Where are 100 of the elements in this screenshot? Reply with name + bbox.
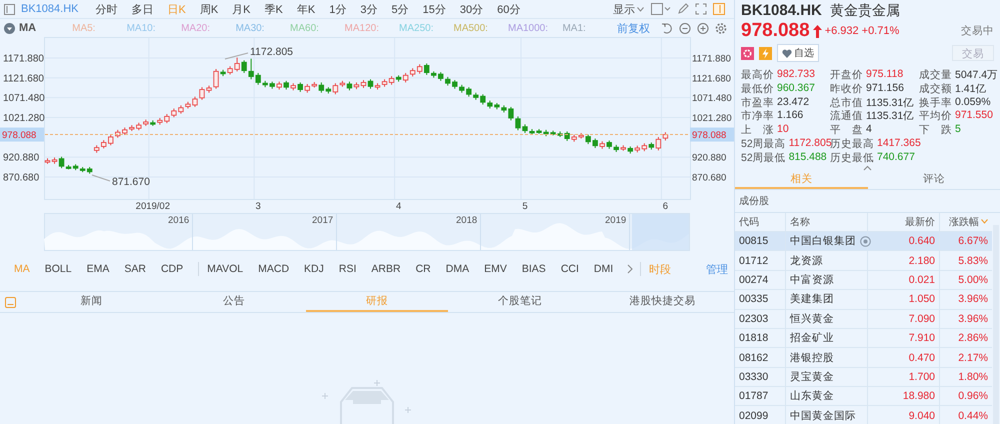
table-cell-text: 00815 — [738, 235, 770, 248]
table-cell: 0.470 — [908, 352, 935, 364]
table-row[interactable]: 01818 招金矿业 7.910 2.86% — [735, 328, 992, 348]
stat-value: 1.166 — [777, 109, 804, 124]
ma-legend-item: MA1: — [562, 22, 587, 34]
news-tab[interactable]: 个股笔记 — [448, 292, 592, 312]
section-title: 成份股 — [735, 190, 1000, 213]
settings-icon[interactable] — [714, 22, 727, 34]
indicator-tab[interactable]: DMA — [442, 263, 478, 275]
period-tab[interactable]: 15分 — [416, 2, 453, 16]
table-row[interactable]: 02099 中国黄金国际 9.040 0.44% — [735, 406, 992, 424]
table-cell-text: 0.96% — [957, 390, 989, 402]
indicator-tab[interactable]: KDJ — [300, 263, 332, 275]
table-cell-text: 02303 — [738, 312, 770, 325]
zoom-in-icon[interactable] — [696, 22, 709, 34]
indicator-tab[interactable]: CDP — [156, 263, 192, 275]
pencil-icon[interactable] — [677, 3, 689, 15]
stat-label: 市盈率 — [741, 96, 774, 110]
indicator-tab[interactable]: MAVOL — [203, 263, 252, 275]
period-tab[interactable]: 30分 — [452, 2, 490, 16]
table-row[interactable]: 00335 美建集团 1.050 3.96% — [735, 290, 992, 310]
axis-label: 1021.280 — [3, 113, 45, 124]
table-cell-text: 3.96% — [957, 293, 989, 306]
indicator-tab[interactable]: EMA — [82, 263, 118, 275]
indicator-tab[interactable]: CCI — [556, 263, 587, 275]
table-cell-text: 02099 — [738, 410, 770, 422]
ma-legend-item: MA60: — [290, 22, 320, 34]
indicator-tab[interactable]: EMV — [480, 263, 515, 275]
indicator-tab[interactable]: BIAS — [518, 263, 554, 275]
undo-icon[interactable] — [660, 22, 673, 34]
table-cell-text: 03330 — [738, 370, 770, 383]
column-header[interactable]: 最新价 — [868, 212, 940, 231]
stat-value: 1417.365 — [877, 136, 921, 151]
chevron-right-icon[interactable] — [627, 264, 634, 274]
stock-name: 黄金贵金属 — [830, 2, 900, 20]
indicator-tab[interactable]: CR — [412, 263, 439, 275]
stock-code: BK1084.HK — [741, 2, 822, 19]
table-row[interactable]: 01712 龙资源 2.180 5.83% — [735, 251, 992, 271]
table-row[interactable]: 03330 灵宝黄金 1.700 1.80% — [735, 368, 992, 388]
stat-label: 平均价 — [919, 109, 952, 124]
period-tab[interactable]: 5分 — [384, 2, 416, 16]
minimize-icon[interactable] — [4, 296, 16, 308]
table-cell: 1.050 — [908, 293, 935, 306]
news-tab[interactable]: 公告 — [162, 292, 306, 312]
axis-label: 1021.280 — [692, 113, 732, 124]
collapse-icon[interactable] — [4, 22, 15, 34]
zoom-out-icon[interactable] — [678, 22, 691, 34]
stat-label: 昨收价 — [830, 82, 863, 96]
table-cell-text: 1.80% — [957, 370, 989, 383]
table-cell-text: 3.96% — [957, 312, 989, 325]
ma-legend-item: MA10: — [126, 22, 156, 34]
watchlist-button[interactable]: 自选 — [777, 44, 819, 62]
ma-legend-item: MA30: — [236, 22, 266, 34]
indicator-tab[interactable]: DMI — [590, 263, 622, 275]
fullscreen-icon[interactable] — [695, 3, 707, 15]
table-row[interactable]: 08162 港银控股 0.470 2.17% — [735, 348, 992, 368]
table-row[interactable]: 02303 恒兴黄金 7.090 3.96% — [735, 310, 992, 329]
table-row[interactable]: 00274 中富资源 0.021 5.00% — [735, 270, 992, 290]
table-row[interactable]: 00815 中国白银集团 0.640 6.67% — [735, 232, 992, 252]
ma-legend-item: MA20: — [181, 22, 211, 34]
news-tab[interactable]: 港股快捷交易 — [591, 292, 734, 312]
target-icon[interactable] — [860, 236, 871, 247]
period-tab[interactable]: 季K — [258, 2, 290, 16]
table-row[interactable]: 01787 山东黄金 18.980 0.96% — [735, 387, 992, 406]
period-tab[interactable]: 周K — [192, 2, 226, 16]
candlestick — [58, 156, 64, 169]
stat-label: 成交量 — [919, 68, 952, 82]
display-menu[interactable]: 显示 — [609, 2, 648, 16]
panel-tab[interactable]: 评论 — [868, 170, 1000, 189]
table-cell: 中富资源 — [790, 272, 834, 287]
sort-caret-icon[interactable] — [981, 219, 988, 224]
column-header[interactable]: 名称 — [785, 212, 868, 231]
table-cell: 中国白银集团 — [790, 234, 856, 248]
indicator-tab[interactable]: RSI — [334, 263, 364, 275]
period-tab[interactable]: 60分 — [490, 2, 528, 16]
table-cell: 9.040 — [908, 410, 935, 422]
period-tab[interactable]: 分时 — [88, 2, 124, 16]
period-tab[interactable]: 月K — [225, 2, 258, 16]
period-tab[interactable]: 1分 — [322, 2, 354, 16]
indicator-tab[interactable]: SAR — [120, 263, 154, 275]
table-cell-text: 01818 — [738, 332, 770, 344]
column-header[interactable]: 涨跌幅 — [949, 214, 979, 229]
panel-toggle-icon[interactable] — [4, 4, 15, 14]
period-tab[interactable]: 3分 — [353, 2, 384, 16]
indicator-tab[interactable]: MACD — [254, 263, 298, 275]
column-header[interactable]: 代码 — [735, 214, 785, 229]
stat-value: 10 — [777, 123, 789, 138]
indicator-tab[interactable]: BOLL — [40, 263, 80, 275]
stat-label: 上 涨 — [741, 123, 774, 138]
axis-label: 2019/02 — [136, 201, 170, 212]
collapse-caret-icon[interactable] — [863, 164, 872, 171]
news-tab[interactable]: 新闻 — [20, 292, 163, 312]
stat-value: 5047.4万 — [955, 68, 998, 82]
axis-label: 1171.880 — [692, 54, 731, 64]
period-tab[interactable]: 多日 — [124, 2, 160, 16]
indicator-tab[interactable]: ARBR — [367, 263, 409, 275]
period-tab[interactable]: 年K — [290, 2, 322, 16]
axis-label: 920.880 — [3, 152, 40, 164]
sidebar-toggle-icon[interactable] — [713, 3, 725, 15]
table-cell: 7.090 — [908, 312, 935, 325]
